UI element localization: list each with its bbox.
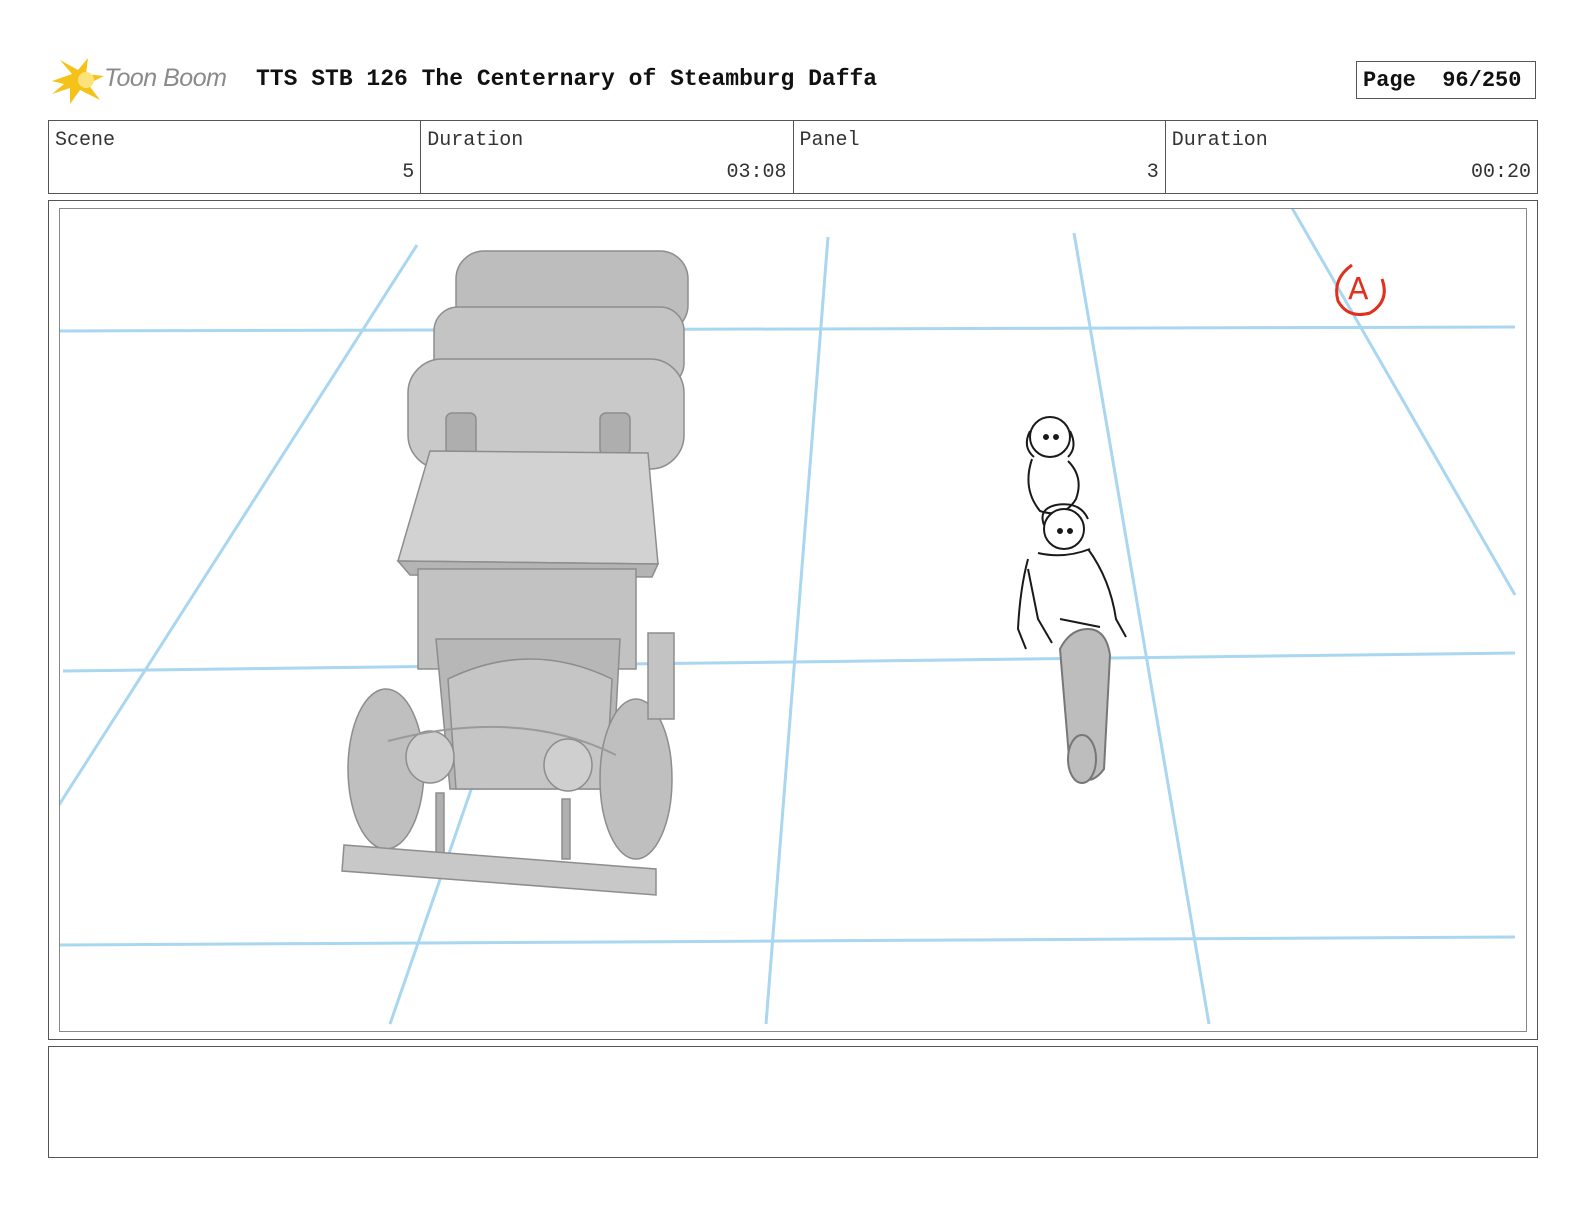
starburst-icon — [52, 58, 104, 104]
scene-duration-value: 03:08 — [726, 161, 787, 184]
scene-info-bar: Scene 5 Duration 03:08 Panel 3 Duration … — [48, 120, 1538, 194]
panel-value: 3 — [1146, 161, 1159, 184]
motorcycle-sketch — [1016, 416, 1127, 784]
annotation-circle: A — [1335, 263, 1386, 316]
panel-notes-box — [48, 1046, 1538, 1158]
panel-duration-value: 00:20 — [1470, 161, 1531, 184]
scene-duration-label: Duration — [427, 129, 524, 152]
storyboard-panel: A — [59, 208, 1527, 1032]
page-label: Page — [1363, 68, 1416, 93]
document-title: TTS STB 126 The Centernary of Steamburg … — [256, 66, 878, 92]
scene-cell: Scene 5 — [49, 121, 422, 193]
page-indicator: Page 96/250 — [1356, 61, 1536, 99]
page-number: 96/250 — [1442, 68, 1522, 93]
toon-boom-logo: Toon Boom — [50, 56, 240, 106]
scene-value: 5 — [402, 161, 415, 184]
annotation-letter: A — [1348, 272, 1369, 307]
scene-duration-cell: Duration 03:08 — [421, 121, 794, 193]
scene-label: Scene — [55, 129, 116, 152]
panel-label: Panel — [799, 129, 860, 152]
panel-duration-cell: Duration 00:20 — [1166, 121, 1537, 193]
panel-drawing: A — [60, 209, 1517, 1025]
truck-model — [341, 250, 689, 896]
perspective-grid — [60, 209, 1517, 1025]
logo-text: Toon Boom — [104, 64, 227, 92]
panel-cell: Panel 3 — [794, 121, 1166, 193]
panel-duration-label: Duration — [1171, 129, 1268, 152]
